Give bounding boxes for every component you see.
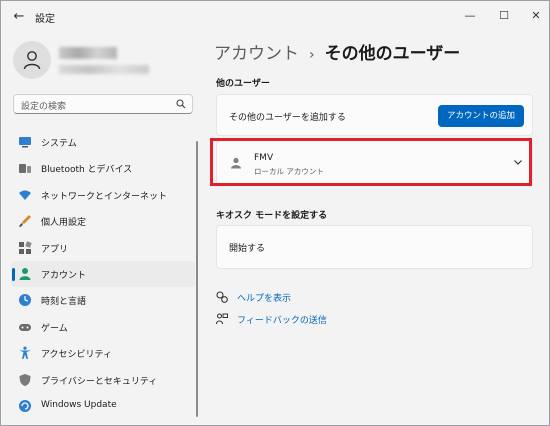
search-input[interactable]: 設定の検索 <box>21 99 66 112</box>
sidebar-item-accounts[interactable]: アカウント <box>11 260 195 288</box>
close-button[interactable]: ✕ <box>525 6 547 26</box>
avatar <box>13 41 51 79</box>
active-indicator <box>12 267 15 281</box>
sidebar-item-windows-update[interactable]: Windows Update <box>11 393 195 419</box>
breadcrumb-parent[interactable]: アカウント <box>214 44 299 64</box>
minimize-button[interactable]: — <box>459 6 481 26</box>
bluetooth-devices-icon <box>19 164 31 174</box>
sidebar-item-time-language[interactable]: 時刻と言語 <box>11 287 195 313</box>
search-icon[interactable] <box>176 99 186 109</box>
app-title: 設定 <box>35 14 55 25</box>
highlight-box <box>210 138 532 186</box>
sidebar-item-label: プライバシーとセキュリティ <box>41 376 158 387</box>
blurred-user-name <box>59 47 117 59</box>
sidebar-nav: システム Bluetooth とデバイス ネットワークとインターネット 個人用設… <box>11 129 197 419</box>
settings-window: ← 設定 — ☐ ✕ 設定の検索 システム Bluetooth とデバイス ネッ… <box>0 0 550 426</box>
paintbrush-icon <box>19 215 31 228</box>
accessibility-icon <box>19 346 31 360</box>
help-icon <box>216 291 228 303</box>
sidebar-item-label: アプリ <box>41 244 69 255</box>
user-profile[interactable] <box>13 41 193 81</box>
sidebar-item-label: Bluetooth とデバイス <box>41 165 133 176</box>
kiosk-card[interactable]: 開始する <box>216 225 533 269</box>
sidebar-item-label: ネットワークとインターネット <box>41 191 168 202</box>
wifi-icon <box>19 190 31 200</box>
apps-icon <box>19 240 32 254</box>
title-bar: ← 設定 — ☐ ✕ <box>1 1 549 33</box>
person-icon <box>23 51 41 70</box>
sidebar-item-personalization[interactable]: 個人用設定 <box>11 208 195 234</box>
sidebar-item-apps[interactable]: アプリ <box>11 235 195 261</box>
shield-icon <box>19 373 31 386</box>
sidebar-item-label: ゲーム <box>41 323 68 334</box>
breadcrumb-separator: › <box>309 47 315 63</box>
add-user-row-label: その他のユーザーを追加する <box>229 113 346 123</box>
sidebar-item-network[interactable]: ネットワークとインターネット <box>11 182 195 208</box>
account-icon <box>19 267 31 280</box>
add-other-user-card: その他のユーザーを追加する アカウントの追加 <box>216 94 533 136</box>
back-arrow-icon[interactable]: ← <box>11 9 27 25</box>
globe-clock-icon <box>19 294 31 307</box>
kiosk-start-label: 開始する <box>229 244 266 254</box>
sidebar-item-gaming[interactable]: ゲーム <box>11 314 195 340</box>
gamepad-icon <box>19 323 31 331</box>
sidebar-item-label: アクセシビリティ <box>41 350 113 361</box>
sidebar-item-label: アカウント <box>41 270 87 281</box>
monitor-icon <box>19 137 31 148</box>
sidebar-item-label: Windows Update <box>41 399 117 410</box>
other-users-heading: 他のユーザー <box>216 79 270 89</box>
sidebar-scrollbar[interactable] <box>196 141 198 417</box>
sidebar-item-privacy[interactable]: プライバシーとセキュリティ <box>11 367 195 393</box>
sidebar-item-label: 個人用設定 <box>41 218 87 229</box>
page-title: その他のユーザー <box>324 44 461 64</box>
update-icon <box>19 399 31 412</box>
blurred-user-email <box>59 65 149 74</box>
feedback-link-text[interactable]: フィードバックの送信 <box>237 313 327 326</box>
sidebar-item-label: システム <box>41 139 77 149</box>
kiosk-heading: キオスク モードを設定する <box>216 211 328 221</box>
sidebar-item-label: 時刻と言語 <box>41 297 87 308</box>
add-account-button[interactable]: アカウントの追加 <box>438 105 524 127</box>
help-link-text[interactable]: ヘルプを表示 <box>237 291 291 304</box>
maximize-button[interactable]: ☐ <box>493 6 515 26</box>
sidebar-item-bluetooth[interactable]: Bluetooth とデバイス <box>11 155 195 181</box>
sidebar-item-system[interactable]: システム <box>11 129 195 155</box>
breadcrumb: アカウント › その他のユーザー <box>214 39 460 64</box>
sidebar-item-accessibility[interactable]: アクセシビリティ <box>11 340 195 366</box>
feedback-icon <box>216 313 228 325</box>
search-box[interactable]: 設定の検索 <box>13 94 193 114</box>
